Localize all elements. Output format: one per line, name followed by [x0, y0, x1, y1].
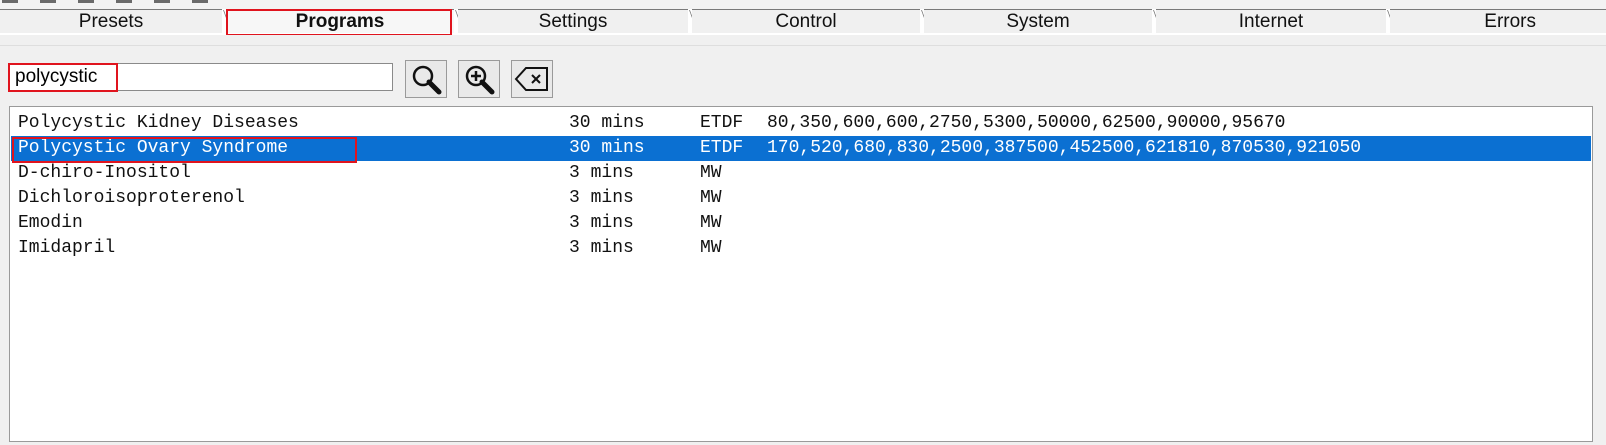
zoom-in-icon: [465, 65, 495, 95]
program-name: Imidapril: [18, 238, 116, 258]
list-item[interactable]: Polycystic Kidney Diseases 30 mins ETDF …: [11, 111, 1591, 136]
tab-programs[interactable]: Programs: [226, 9, 465, 33]
tab-settings[interactable]: Settings: [458, 9, 699, 33]
list-item[interactable]: Dichloroisoproterenol 3 mins MW: [11, 186, 1591, 211]
program-duration: 3 mins: [569, 213, 634, 233]
program-name: Polycystic Ovary Syndrome: [18, 138, 289, 158]
program-type: MW: [700, 163, 722, 183]
list-item-selected[interactable]: Polycystic Ovary Syndrome 30 mins ETDF 1…: [11, 136, 1591, 161]
tab-label: Errors: [1484, 11, 1536, 32]
program-duration: 3 mins: [569, 188, 634, 208]
program-duration: 30 mins: [569, 113, 645, 133]
tab-bar: Presets Programs Settings Control System…: [0, 9, 1606, 36]
program-duration: 30 mins: [569, 138, 645, 158]
program-type: MW: [700, 213, 722, 233]
clear-button[interactable]: [511, 60, 553, 98]
program-type: ETDF: [700, 138, 744, 158]
strip-dash: [2, 0, 18, 3]
tab-label: Presets: [78, 11, 144, 32]
tab-label: Programs: [295, 11, 385, 32]
tab-label: Settings: [538, 11, 608, 32]
divider: [0, 45, 1606, 46]
search-input[interactable]: [8, 63, 393, 91]
tab-label: Control: [775, 11, 837, 32]
program-name: Polycystic Kidney Diseases: [18, 113, 299, 133]
top-strip: [0, 0, 1606, 9]
program-name: Emodin: [18, 213, 83, 233]
tab-internet[interactable]: Internet: [1156, 9, 1397, 33]
program-type: ETDF: [700, 113, 744, 133]
program-type: MW: [700, 188, 722, 208]
program-type: MW: [700, 238, 722, 258]
program-name: Dichloroisoproterenol: [18, 188, 245, 208]
program-frequencies: 80,350,600,600,2750,5300,50000,62500,900…: [767, 113, 1286, 133]
program-duration: 3 mins: [569, 238, 634, 258]
tab-label: Internet: [1238, 11, 1304, 32]
tab-control[interactable]: Control: [692, 9, 931, 33]
list-item[interactable]: Emodin 3 mins MW: [11, 211, 1591, 236]
search-button[interactable]: [405, 60, 447, 98]
program-frequencies: 170,520,680,830,2500,387500,452500,62181…: [767, 138, 1362, 158]
strip-dash: [116, 0, 132, 3]
program-name: D-chiro-Inositol: [18, 163, 191, 183]
strip-dash: [40, 0, 56, 3]
program-list[interactable]: Polycystic Kidney Diseases 30 mins ETDF …: [9, 106, 1593, 442]
list-item[interactable]: D-chiro-Inositol 3 mins MW: [11, 161, 1591, 186]
strip-dash: [78, 0, 94, 3]
clear-icon: [514, 67, 548, 91]
list-item[interactable]: Imidapril 3 mins MW: [11, 236, 1591, 261]
zoom-button[interactable]: [458, 60, 500, 98]
tab-label: System: [1006, 11, 1070, 32]
tab-system[interactable]: System: [924, 9, 1163, 33]
tab-presets[interactable]: Presets: [0, 9, 233, 33]
strip-dash: [154, 0, 170, 3]
tab-errors[interactable]: Errors: [1390, 9, 1606, 33]
program-duration: 3 mins: [569, 163, 634, 183]
strip-dash: [192, 0, 208, 3]
search-icon: [412, 65, 442, 95]
